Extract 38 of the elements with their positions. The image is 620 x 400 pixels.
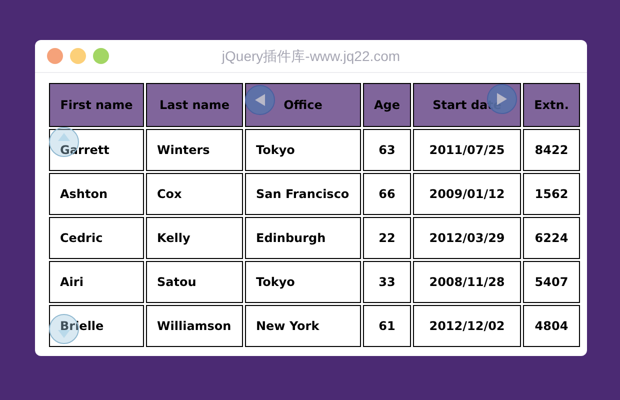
table-cell: 61	[363, 305, 411, 347]
column-header[interactable]: Age	[363, 83, 411, 127]
table-cell: 22	[363, 217, 411, 259]
column-header[interactable]: Extn.	[523, 83, 580, 127]
table-cell: Kelly	[146, 217, 243, 259]
table-cell: San Francisco	[245, 173, 361, 215]
table-cell: Cox	[146, 173, 243, 215]
window-title: jQuery插件库-www.jq22.com	[222, 46, 400, 66]
left-triangle-icon	[255, 94, 265, 106]
table-cell: 33	[363, 261, 411, 303]
table-cell: New York	[245, 305, 361, 347]
table-cell: Satou	[146, 261, 243, 303]
table-cell: 63	[363, 129, 411, 171]
table-cell: Winters	[146, 129, 243, 171]
table-cell: 2012/12/02	[413, 305, 521, 347]
table-cell: 5407	[523, 261, 580, 303]
column-header[interactable]: First name	[49, 83, 144, 127]
column-header[interactable]: Last name	[146, 83, 243, 127]
table-cell: Airi	[49, 261, 144, 303]
table-cell: 8422	[523, 129, 580, 171]
up-triangle-icon	[58, 133, 70, 141]
table-cell: Ashton	[49, 173, 144, 215]
table-cell: 1562	[523, 173, 580, 215]
table-cell: Tokyo	[245, 261, 361, 303]
table-cell: Williamson	[146, 305, 243, 347]
table-cell: Brielle	[49, 305, 144, 347]
table-cell: 2008/11/28	[413, 261, 521, 303]
table-cell: 4804	[523, 305, 580, 347]
table-cell: Garrett	[49, 129, 144, 171]
table-cell: 6224	[523, 217, 580, 259]
table-cell: Edinburgh	[245, 217, 361, 259]
table-cell: 2012/03/29	[413, 217, 521, 259]
table-cell: 2009/01/12	[413, 173, 521, 215]
table-cell: 66	[363, 173, 411, 215]
table-cell: 2011/07/25	[413, 129, 521, 171]
table-cell: Cedric	[49, 217, 144, 259]
down-triangle-icon	[58, 330, 70, 338]
table-cell: Tokyo	[245, 129, 361, 171]
